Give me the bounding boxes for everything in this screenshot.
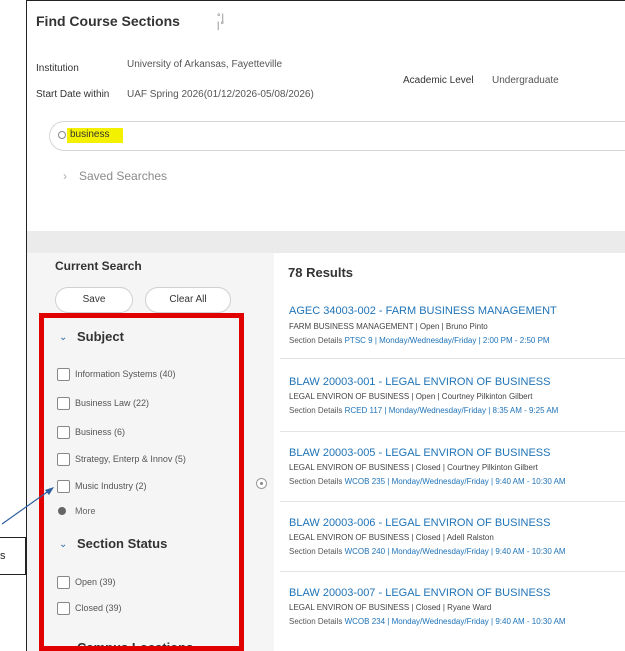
details-label: Section Details — [289, 406, 343, 415]
result-title-link[interactable]: BLAW 20003-006 - LEGAL ENVIRON OF BUSINE… — [289, 517, 550, 529]
result-title-link[interactable]: AGEC 34003-002 - FARM BUSINESS MANAGEMEN… — [289, 305, 557, 317]
academic-level-value: Undergraduate — [492, 75, 559, 86]
results-count: 78 Results — [288, 265, 354, 280]
result-subtitle: LEGAL ENVIRON OF BUSINESS | Closed | Rya… — [289, 603, 492, 612]
save-button[interactable]: Save — [55, 287, 133, 313]
details-label: Section Details — [289, 547, 343, 556]
result-separator — [280, 358, 625, 359]
institution-value: University of Arkansas, Fayetteville — [127, 59, 283, 70]
result-separator — [280, 501, 625, 502]
details-link[interactable]: RCED 117 | Monday/Wednesday/Friday | 8:3… — [345, 406, 559, 415]
institution-label: Institution — [36, 63, 79, 74]
result-details: Section Details WCOB 234 | Monday/Wednes… — [289, 617, 566, 626]
collapse-panel-icon[interactable] — [256, 478, 267, 489]
workday-window: Find Course Sections °| |° Institution Un… — [26, 0, 625, 651]
academic-level-label: Academic Level — [403, 75, 474, 86]
details-label: Section Details — [289, 336, 343, 345]
annotation-callout-text: s — [0, 550, 6, 562]
details-label: Section Details — [289, 477, 343, 486]
result-separator — [280, 431, 625, 432]
result-subtitle: LEGAL ENVIRON OF BUSINESS | Open | Court… — [289, 392, 533, 401]
section-divider-band — [27, 231, 625, 253]
result-subtitle: FARM BUSINESS MANAGEMENT | Open | Bruno … — [289, 322, 488, 331]
details-link[interactable]: WCOB 234 | Monday/Wednesday/Friday | 9:4… — [345, 617, 566, 626]
result-details: Section Details PTSC 9 | Monday/Wednesda… — [289, 336, 550, 345]
settings-toggle-icon[interactable]: °| |° — [217, 13, 231, 30]
search-icon — [58, 131, 66, 139]
saved-searches-toggle[interactable]: › Saved Searches — [63, 169, 167, 183]
result-subtitle: LEGAL ENVIRON OF BUSINESS | Closed | Ade… — [289, 533, 494, 542]
result-separator — [280, 571, 625, 572]
result-details: Section Details WCOB 240 | Monday/Wednes… — [289, 547, 566, 556]
start-date-value: UAF Spring 2026(01/12/2026-05/08/2026) — [127, 89, 314, 100]
result-details: Section Details WCOB 235 | Monday/Wednes… — [289, 477, 566, 486]
result-title-link[interactable]: BLAW 20003-001 - LEGAL ENVIRON OF BUSINE… — [289, 376, 550, 388]
result-title-link[interactable]: BLAW 20003-005 - LEGAL ENVIRON OF BUSINE… — [289, 447, 550, 459]
details-link[interactable]: WCOB 240 | Monday/Wednesday/Friday | 9:4… — [345, 547, 566, 556]
search-criteria-panel: Find Course Sections °| |° Institution Un… — [27, 1, 625, 231]
details-link[interactable]: WCOB 235 | Monday/Wednesday/Friday | 9:4… — [345, 477, 566, 486]
clear-all-button[interactable]: Clear All — [145, 287, 231, 313]
current-search-title: Current Search — [55, 259, 142, 273]
result-details: Section Details RCED 117 | Monday/Wednes… — [289, 406, 558, 415]
start-date-label: Start Date within — [36, 89, 110, 100]
chevron-right-icon: › — [63, 169, 67, 183]
saved-searches-label: Saved Searches — [79, 169, 168, 183]
details-label: Section Details — [289, 617, 343, 626]
search-input-value[interactable]: business — [70, 129, 109, 140]
page-title: Find Course Sections — [36, 13, 180, 29]
annotation-highlight-box — [39, 313, 244, 651]
result-title-link[interactable]: BLAW 20003-007 - LEGAL ENVIRON OF BUSINE… — [289, 587, 550, 599]
search-input[interactable] — [49, 121, 625, 151]
result-subtitle: LEGAL ENVIRON OF BUSINESS | Closed | Cou… — [289, 463, 538, 472]
details-link[interactable]: PTSC 9 | Monday/Wednesday/Friday | 2:00 … — [345, 336, 550, 345]
